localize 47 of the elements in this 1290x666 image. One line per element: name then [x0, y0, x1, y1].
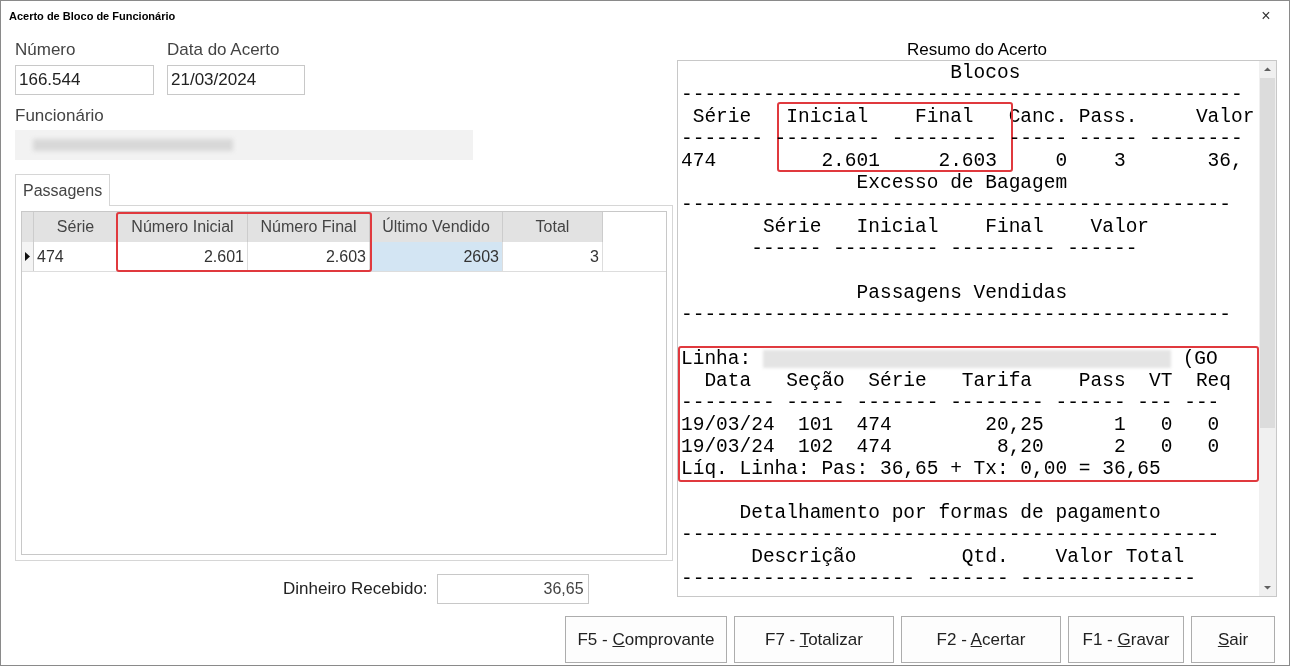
action-button[interactable]: F1 - Gravar: [1068, 616, 1184, 663]
report-line: Linha:: [681, 348, 753, 370]
action-button[interactable]: F2 - Acertar: [901, 616, 1061, 663]
table-cell[interactable]: 2.603: [248, 242, 370, 271]
report-line: -----------------------------------------------: [681, 304, 1232, 326]
field-label: Funcionário: [15, 104, 105, 127]
action-button[interactable]: F7 - Totalizar: [734, 616, 894, 663]
column-header[interactable]: Último Vendido: [370, 212, 503, 242]
report-line: Excesso de Bagagem: [855, 172, 1069, 194]
number-field[interactable]: 166.544: [15, 64, 154, 95]
report-line: (GO: [1181, 348, 1218, 370]
report-line: Série Inicial Final Valor: [761, 216, 1151, 238]
report-line: Data Seção Série Tarifa Pass VT Req: [703, 370, 1232, 392]
report-line: 19/03/24 102 474 8,20 2 0 0: [681, 436, 1221, 458]
field-label: Número: [15, 39, 77, 61]
action-button[interactable]: F5 - Comprovante: [565, 616, 727, 663]
column-header[interactable]: Série: [34, 212, 118, 242]
column-header[interactable]: Número Inicial: [118, 212, 248, 242]
field-label: Data do Acerto: [167, 39, 281, 61]
report-line: Líq. Linha: Pas: 36,65 + Tx: 0,00 = 36,65: [681, 458, 1162, 480]
report-line: Descrição Qtd. Valor Total: [750, 546, 1186, 568]
report-line: Blocos: [949, 62, 1022, 84]
report-line: -----------------------------------------------: [681, 194, 1232, 216]
field-label: Dinheiro Recebido:: [283, 578, 428, 601]
column-header[interactable]: Número Final: [248, 212, 370, 242]
report-line: 19/03/24 101 474 20,25 1 0 0: [681, 414, 1221, 436]
table-cell[interactable]: 3: [503, 242, 603, 271]
tab[interactable]: Passagens: [15, 174, 111, 206]
close-button[interactable]: ×: [1251, 4, 1281, 28]
action-button[interactable]: Sair: [1191, 616, 1275, 663]
report-line: Passagens Vendidas: [855, 282, 1069, 304]
date-field[interactable]: 21/03/2024: [167, 64, 305, 95]
report-title: Resumo do Acerto: [906, 39, 1048, 59]
report-line: ------ --------- --------- ------: [750, 238, 1139, 260]
report-line: ------------------------------------------------: [681, 84, 1244, 106]
cash-field[interactable]: 36,65: [436, 574, 589, 604]
window-title: Acerto de Bloco de Funcionário: [9, 8, 176, 24]
report-line: ----------------------------------------------: [681, 524, 1221, 546]
report-line: -------------------- ------- ---------------: [681, 568, 1197, 590]
column-header[interactable]: Total: [503, 212, 603, 242]
table-cell[interactable]: 474: [34, 242, 118, 271]
table-cell[interactable]: 2.601: [118, 242, 248, 271]
report-line: 474 2.601 2.603 0 3 36,: [681, 150, 1244, 172]
table-cell[interactable]: 2603: [370, 242, 503, 271]
report-line: -------- ----- ------- -------- ------ --- ---: [681, 392, 1221, 414]
report-line: ------- --------- --------- ----- ----- --------: [681, 128, 1244, 150]
report-line: Detalhamento por formas de pagamento: [738, 502, 1162, 524]
